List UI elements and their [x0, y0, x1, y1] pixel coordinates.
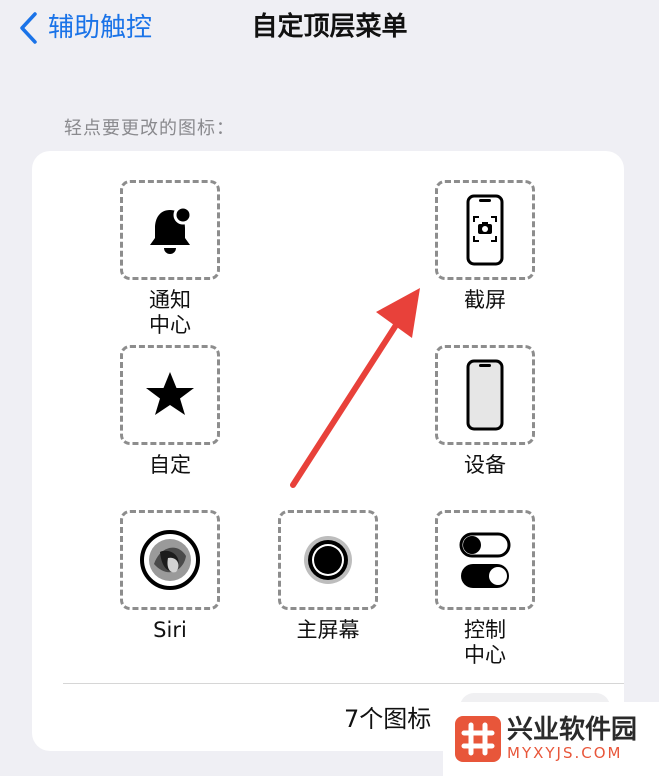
icon-slot[interactable] [120, 510, 220, 610]
slot-label: 通知 中心 [149, 288, 191, 337]
icon-slot[interactable] [120, 345, 220, 445]
slot-control-center[interactable]: 控制 中心 [420, 510, 550, 668]
watermark-logo-icon [455, 716, 501, 762]
instruction-text: 轻点要更改的图标： [64, 118, 235, 139]
page-title: 自定顶层菜单 [251, 12, 408, 42]
bell-icon [150, 205, 193, 254]
star-icon [146, 372, 194, 415]
home-button-icon [304, 536, 352, 584]
watermark-url: MYXYJS.COM [507, 744, 623, 762]
icon-slot[interactable] [278, 510, 378, 610]
screenshot-icon [466, 194, 504, 266]
slot-screenshot[interactable]: 截屏 [420, 180, 550, 313]
iphone-icon [466, 359, 504, 431]
slot-label: 主屏幕 [296, 618, 360, 642]
watermark-name: 兴业软件园 [507, 715, 638, 745]
toggle-switches-icon [459, 532, 511, 588]
slot-label: 自定 [149, 453, 191, 477]
divider [63, 683, 624, 684]
icon-slot[interactable] [435, 510, 535, 610]
icon-slot[interactable] [435, 345, 535, 445]
watermark: 兴业软件园 MYXYJS.COM [443, 702, 659, 776]
navigation-bar: 辅助触控 自定顶层菜单 [0, 0, 659, 60]
slot-device[interactable]: 设备 [420, 345, 550, 478]
slot-custom[interactable]: 自定 [105, 345, 235, 478]
siri-icon [140, 530, 200, 590]
slot-label: Siri [153, 618, 187, 642]
icon-slot[interactable] [120, 180, 220, 280]
slot-siri[interactable]: Siri [105, 510, 235, 643]
slot-label: 设备 [464, 453, 506, 477]
arrow-annotation [290, 288, 420, 488]
icon-count-label: 7个图标 [344, 705, 432, 733]
slot-label: 控制 中心 [464, 618, 506, 667]
slot-notification-center[interactable]: 通知 中心 [105, 180, 235, 338]
icon-slot[interactable] [435, 180, 535, 280]
slot-label: 截屏 [464, 288, 506, 312]
slot-home[interactable]: 主屏幕 [263, 510, 393, 643]
